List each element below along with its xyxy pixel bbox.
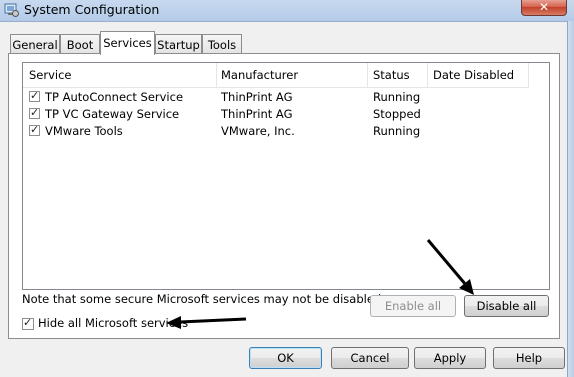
close-icon: ✕ [538,0,550,14]
services-list[interactable]: Service Manufacturer Status Date Disable… [22,62,550,290]
cancel-button[interactable]: Cancel [331,347,409,369]
column-divider[interactable] [216,63,217,87]
service-status: Stopped [373,107,421,121]
enable-all-button[interactable]: Enable all [370,295,456,317]
disable-all-button[interactable]: Disable all [464,295,549,317]
column-divider[interactable] [427,63,428,87]
service-status: Running [373,124,421,138]
service-status: Running [373,90,421,104]
tab-label: Services [103,36,152,50]
column-divider[interactable] [528,63,529,87]
column-header-manufacturer[interactable]: Manufacturer [221,68,298,82]
list-item[interactable]: TP VC Gateway Service ThinPrint AG Stopp… [23,106,529,123]
list-item[interactable]: TP AutoConnect Service ThinPrint AG Runn… [23,89,529,106]
note-text: Note that some secure Microsoft services… [22,292,385,306]
tab-startup[interactable]: Startup [155,34,202,53]
column-header-status[interactable]: Status [373,68,410,82]
service-name: VMware Tools [45,124,123,138]
tab-services[interactable]: Services [100,31,155,55]
column-divider[interactable] [367,63,368,87]
window-border [567,21,574,377]
service-checkbox[interactable] [29,123,40,136]
list-header: Service Manufacturer Status Date Disable… [23,63,529,88]
column-header-service[interactable]: Service [29,68,72,82]
tab-general[interactable]: General [10,34,60,53]
tab-boot[interactable]: Boot [60,34,100,53]
hide-microsoft-services-checkbox[interactable] [22,316,34,330]
service-name: TP AutoConnect Service [45,90,184,104]
list-item[interactable]: VMware Tools VMware, Inc. Running [23,123,529,140]
column-header-date-disabled[interactable]: Date Disabled [433,68,514,82]
tab-label: Startup [157,38,200,52]
title-bar: System Configuration ✕ [0,0,574,22]
tab-label: Boot [66,38,94,52]
service-manufacturer: ThinPrint AG [221,90,293,104]
tab-tools[interactable]: Tools [202,34,242,53]
window-title: System Configuration [24,2,160,17]
apply-button[interactable]: Apply [414,347,486,369]
tab-label: General [12,38,58,52]
service-checkbox[interactable] [29,106,40,119]
service-manufacturer: ThinPrint AG [221,107,293,121]
hide-microsoft-services-label[interactable]: Hide all Microsoft services [38,316,188,330]
help-button[interactable]: Help [493,347,565,369]
ok-button[interactable]: OK [249,347,322,369]
service-checkbox[interactable] [29,89,40,102]
close-button[interactable]: ✕ [521,0,567,16]
service-name: TP VC Gateway Service [45,107,180,121]
system-configuration-icon [4,3,19,17]
service-manufacturer: VMware, Inc. [221,124,295,138]
tab-label: Tools [207,38,237,52]
